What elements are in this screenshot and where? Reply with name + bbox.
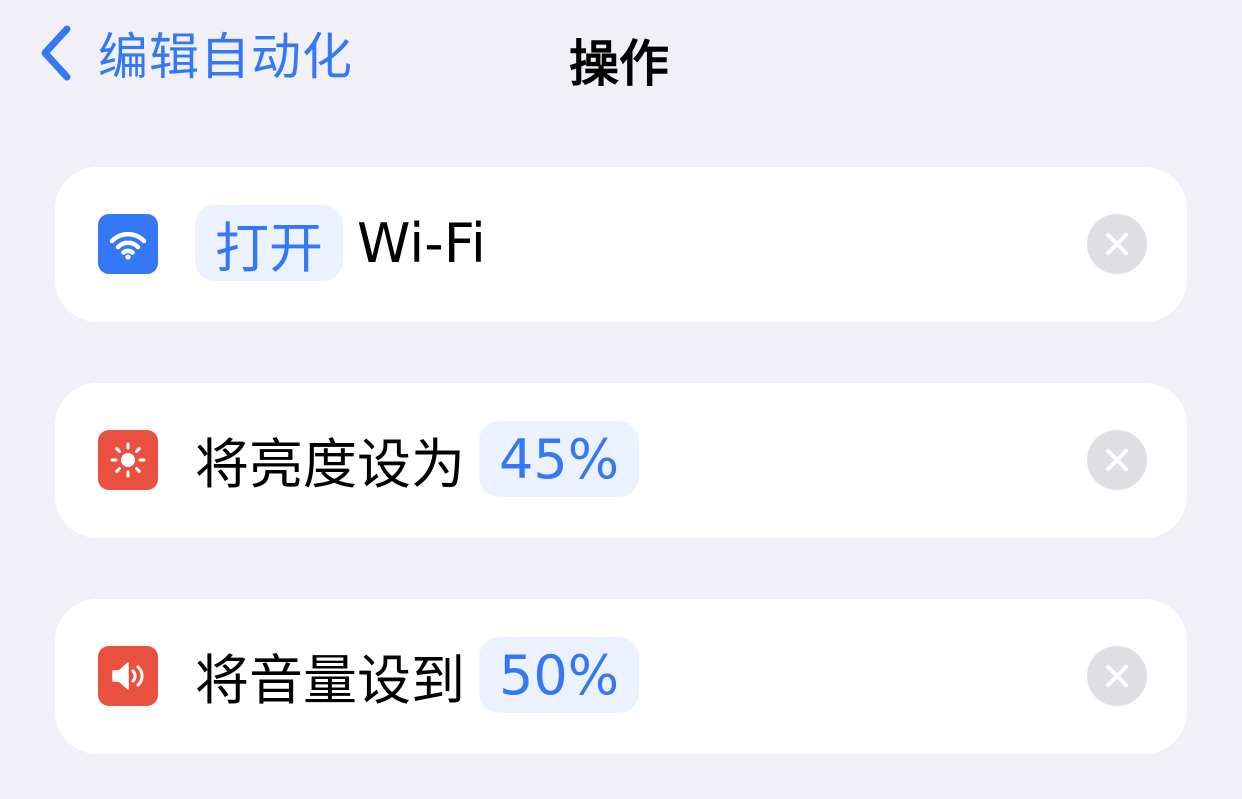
remove-button[interactable] (1087, 430, 1147, 490)
brightness-icon (98, 430, 158, 490)
action-content: 将亮度设为 45% (195, 420, 640, 498)
action-content: 将音量设到 50% (195, 636, 640, 714)
close-icon (1106, 233, 1128, 255)
action-card-volume[interactable]: 将音量设到 50% (55, 599, 1187, 754)
action-text: 将音量设到 (195, 648, 465, 712)
remove-button[interactable] (1087, 214, 1147, 274)
verb-pill[interactable]: 打开 (195, 205, 343, 281)
close-icon (1106, 665, 1128, 687)
value-pill[interactable]: 45% (479, 421, 640, 497)
action-card-brightness[interactable]: 将亮度设为 45% (55, 383, 1187, 538)
remove-button[interactable] (1087, 646, 1147, 706)
action-content: 打开 Wi-Fi (195, 204, 486, 282)
close-icon (1106, 449, 1128, 471)
wifi-icon (98, 214, 158, 274)
volume-icon (98, 646, 158, 706)
action-text: Wi-Fi (357, 211, 486, 275)
value-pill[interactable]: 50% (479, 637, 640, 713)
nav-bar: 编辑自动化 操作 (0, 0, 1242, 110)
action-card-wifi[interactable]: 打开 Wi-Fi (55, 167, 1187, 322)
action-text: 将亮度设为 (195, 432, 465, 496)
page-title: 操作 (569, 35, 669, 93)
